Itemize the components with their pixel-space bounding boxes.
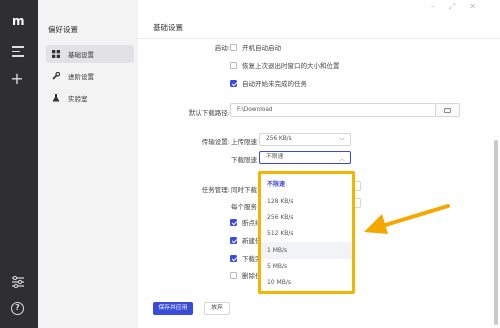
sidebar-item-advanced[interactable]: 进阶设置 bbox=[46, 67, 134, 85]
select-value: 256 KB/s bbox=[266, 136, 292, 142]
app-logo-icon[interactable]: m bbox=[12, 15, 26, 27]
annotation-arrow-icon bbox=[364, 204, 450, 234]
sidebar-item-label: 进阶设置 bbox=[68, 73, 94, 81]
window-controls[interactable]: –⤢✕ bbox=[431, 2, 490, 12]
chevron-down-icon: ﹀ bbox=[338, 138, 345, 145]
flask-icon bbox=[52, 94, 60, 102]
startup-label: 启动: bbox=[214, 44, 230, 52]
task-option-1[interactable]: 断点续 bbox=[230, 217, 262, 227]
checkbox[interactable] bbox=[230, 236, 237, 244]
dropdown-option[interactable]: 128 KB/s bbox=[267, 198, 294, 205]
save-apply-button[interactable]: 保存并应用 bbox=[153, 302, 193, 315]
per-server-label: 每个服务 bbox=[231, 203, 257, 211]
checkbox[interactable] bbox=[230, 254, 237, 262]
checkbox[interactable] bbox=[230, 271, 237, 279]
download-path-input[interactable]: F:\Download bbox=[230, 103, 436, 117]
wrench-icon bbox=[52, 71, 61, 80]
task-option-4[interactable]: 删除任 bbox=[230, 270, 262, 280]
startup-resume-tasks[interactable]: 自动开始未完成的任务 bbox=[230, 78, 307, 88]
checkbox[interactable] bbox=[230, 43, 237, 51]
checkbox-label: 开机自动启动 bbox=[242, 44, 281, 52]
dropdown-option[interactable]: 10 MB/s bbox=[267, 279, 291, 286]
dropdown-option[interactable]: 512 KB/s bbox=[267, 230, 294, 237]
page-title: 基础设置 bbox=[153, 23, 183, 32]
download-limit-dropdown: 不限速 128 KB/s 256 KB/s 512 KB/s 1 MB/s 5 … bbox=[258, 171, 355, 294]
plus-icon[interactable]: + bbox=[10, 71, 24, 87]
hamburger-menu-icon[interactable] bbox=[12, 46, 24, 57]
settings-sidebar: 偏好设置 基础设置 进阶设置 实验室 bbox=[38, 0, 138, 328]
sidebar-item-label: 基础设置 bbox=[68, 51, 94, 59]
sidebar-item-basic[interactable]: 基础设置 bbox=[46, 45, 134, 63]
close-icon[interactable]: ✕ bbox=[469, 2, 490, 11]
concurrent-downloads-label: 同时下载 bbox=[231, 186, 257, 194]
sliders-icon[interactable] bbox=[11, 275, 25, 289]
folder-icon bbox=[444, 108, 451, 113]
download-limit-label: 下载限速 bbox=[231, 156, 257, 164]
sidebar-item-label: 实验室 bbox=[68, 95, 88, 103]
checkbox[interactable] bbox=[230, 79, 237, 87]
upload-limit-label: 上传限速 bbox=[231, 138, 257, 146]
task-option-2[interactable]: 新建任 bbox=[230, 235, 262, 245]
sidebar-item-lab[interactable]: 实验室 bbox=[46, 89, 134, 107]
checkbox[interactable] bbox=[230, 218, 237, 226]
download-limit-select[interactable]: 不限速 ︿ bbox=[259, 151, 351, 164]
grid-icon bbox=[52, 50, 60, 58]
dropdown-option[interactable]: 1 MB/s bbox=[267, 247, 287, 254]
concurrent-downloads-stepper[interactable] bbox=[355, 181, 361, 191]
download-path-label: 默认下载路径: bbox=[188, 109, 230, 117]
task-option-3[interactable]: 下载完 bbox=[230, 253, 262, 263]
transfer-label: 传输设置: bbox=[201, 138, 230, 146]
sidebar-title: 偏好设置 bbox=[48, 25, 78, 34]
app-rail: m + ? bbox=[0, 0, 38, 328]
startup-auto-launch[interactable]: 开机自动启动 bbox=[230, 42, 281, 52]
upload-limit-select[interactable]: 256 KB/s ﹀ bbox=[259, 133, 351, 146]
checkbox-label: 自动开始未完成的任务 bbox=[242, 80, 307, 88]
question-icon[interactable]: ? bbox=[11, 302, 24, 315]
checkbox[interactable] bbox=[230, 61, 237, 69]
discard-button[interactable]: 放弃 bbox=[204, 302, 230, 315]
browse-folder-button[interactable] bbox=[436, 103, 460, 117]
checkbox-label: 恢复上次退出时窗口的大小和位置 bbox=[242, 62, 340, 70]
dropdown-option[interactable]: 不限速 bbox=[267, 179, 285, 188]
select-value: 不限速 bbox=[266, 154, 284, 160]
restore-icon[interactable]: ⤢ bbox=[449, 2, 469, 11]
scrollbar[interactable] bbox=[494, 140, 498, 325]
startup-restore-window[interactable]: 恢复上次退出时窗口的大小和位置 bbox=[230, 60, 340, 70]
task-label: 任务管理: bbox=[201, 186, 230, 194]
minimize-icon[interactable]: – bbox=[431, 2, 449, 11]
dropdown-option[interactable]: 256 KB/s bbox=[267, 214, 294, 221]
dropdown-option[interactable]: 5 MB/s bbox=[267, 263, 287, 270]
chevron-up-icon: ︿ bbox=[338, 156, 345, 163]
divider bbox=[138, 38, 500, 39]
